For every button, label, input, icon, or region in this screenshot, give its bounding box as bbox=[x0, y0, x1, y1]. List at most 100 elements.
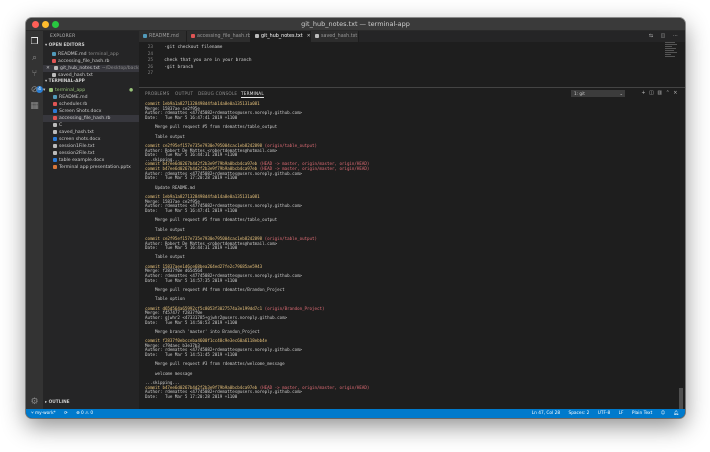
file-icon bbox=[53, 136, 57, 141]
project-header[interactable]: ▾ TERMINAL-APP bbox=[45, 79, 85, 84]
terminal-output[interactable]: commit 1eb9a1a8271328498d4fab14a8e0a1351… bbox=[145, 101, 673, 407]
file-icon bbox=[52, 51, 56, 56]
tree-file-item[interactable]: README.md bbox=[43, 94, 139, 101]
terminal-line: Table output bbox=[145, 226, 185, 232]
terminal-line: Merge pull request #3 from rdemattes/wel… bbox=[145, 361, 285, 367]
file-icon bbox=[54, 65, 58, 70]
terminal-line: Merge pull request #5 from rdemattes/tab… bbox=[145, 217, 278, 223]
editor-tab[interactable]: saved_hash.txt bbox=[311, 31, 359, 42]
file-name: accessing_file_hash.rb bbox=[58, 59, 110, 64]
line-number: 25 bbox=[147, 58, 153, 63]
indentation[interactable]: Spaces: 2 bbox=[568, 411, 589, 416]
file-icon bbox=[52, 58, 56, 63]
file-icon bbox=[53, 122, 57, 127]
gear-icon[interactable]: ⚙ bbox=[29, 397, 40, 408]
search-icon[interactable]: ⌕ bbox=[29, 53, 40, 64]
debug-icon[interactable]: ⊘ bbox=[29, 85, 40, 96]
terminal-select[interactable]: 1: git ⌄ bbox=[571, 90, 625, 97]
file-path-note: terminal_app bbox=[88, 52, 119, 57]
window-title: git_hub_notes.txt — terminal-app bbox=[301, 20, 410, 28]
tab-terminal[interactable]: TERMINAL bbox=[241, 91, 264, 98]
terminal-line: Table option bbox=[145, 296, 185, 302]
end-of-line[interactable]: LF bbox=[619, 411, 624, 416]
tab-debug-console[interactable]: DEBUG CONSOLE bbox=[198, 91, 237, 96]
file-icon bbox=[53, 150, 57, 155]
terminal-line: Merge branch 'master' into Brandon_Proje… bbox=[145, 328, 260, 334]
code-view[interactable]: 23 -git checkout filename 24 25 check that… bbox=[139, 42, 685, 86]
terminal-line: Date: Tue Mar 5 14:51:45 2019 +1100 bbox=[145, 352, 238, 358]
open-editor-item[interactable]: ✕ git_hub_notes.txt~/Desktop/backup... bbox=[43, 65, 139, 72]
problems-indicator[interactable]: ⊗ 0 ⚠ 0 bbox=[76, 411, 93, 416]
tree-file-item[interactable]: saved_hash.txt bbox=[43, 129, 139, 136]
line-number: 26 bbox=[147, 64, 153, 70]
branch-indicator[interactable]: ⑂ my-work* bbox=[31, 411, 56, 416]
terminal-line: Update README.md bbox=[145, 184, 195, 190]
editor-tab[interactable]: git_hub_notes.txt ✕ bbox=[251, 31, 311, 42]
file-name: saved_hash.txt bbox=[59, 130, 94, 135]
minimap[interactable] bbox=[665, 42, 679, 86]
file-name: Terminal app presentation.pptx bbox=[59, 165, 131, 170]
tree-file-item[interactable]: scheduler.rb bbox=[43, 101, 139, 108]
add-terminal-icon[interactable]: + bbox=[641, 90, 649, 96]
line-number: 27 bbox=[147, 71, 153, 76]
tree-file-item[interactable]: table example.docx bbox=[43, 157, 139, 164]
open-editor-item[interactable]: README.md terminal_app bbox=[43, 51, 139, 58]
file-icon bbox=[53, 101, 57, 106]
terminal-line: Date: Tue Mar 5 14:50:53 2019 +1100 bbox=[145, 319, 238, 325]
tree-file-item[interactable]: session2File.txt bbox=[43, 150, 139, 157]
terminal-line: Table output bbox=[145, 254, 185, 260]
editor-tabs: README.md accessing_file_hash.rb git_hub_n… bbox=[139, 31, 685, 42]
tree-file-item[interactable]: accessing_file_hash.rb bbox=[43, 115, 139, 122]
tab-problems[interactable]: PROBLEMS bbox=[145, 91, 169, 96]
close-panel-icon[interactable]: × bbox=[673, 90, 681, 96]
terminal-line: Date: Tue Mar 5 14:57:35 2019 +1100 bbox=[145, 277, 238, 283]
encoding[interactable]: UTF-8 bbox=[598, 411, 611, 416]
sync-icon[interactable]: ⟳ bbox=[64, 411, 68, 416]
modified-dot: ● bbox=[128, 88, 133, 93]
open-editors-header[interactable]: ▾ OPEN EDITORS bbox=[45, 43, 85, 48]
file-icon bbox=[53, 143, 57, 148]
tree-file-item[interactable]: Screen Shots.docx bbox=[43, 108, 139, 115]
file-name: README.md bbox=[59, 95, 88, 100]
feedback-icon[interactable]: ☺ bbox=[661, 411, 665, 416]
file-name: Screen Shots.docx bbox=[59, 109, 102, 114]
file-name: session2File.txt bbox=[59, 151, 95, 156]
outline-header[interactable]: ▸ OUTLINE bbox=[45, 400, 70, 405]
extensions-icon[interactable]: ▦ bbox=[29, 101, 40, 112]
tab-label: saved_hash.txt bbox=[321, 34, 358, 39]
close-icon[interactable]: ✕ bbox=[43, 65, 52, 72]
editor-tab[interactable]: README.md bbox=[139, 31, 187, 42]
language-mode[interactable]: Plain Text bbox=[632, 411, 652, 416]
activity-bar: ❐ ⌕ ⑂ 4 ⊘ ▦ ⚙ bbox=[26, 31, 43, 409]
code-line: -git branch bbox=[159, 64, 194, 70]
status-bar: ⑂ my-work* ⟳ ⊗ 0 ⚠ 0 Ln 47, Col 28 Space… bbox=[26, 409, 685, 418]
bell-icon[interactable]: 🔔︎ bbox=[674, 411, 679, 416]
tree-file-item[interactable]: session1File.txt bbox=[43, 143, 139, 150]
open-editor-item[interactable]: saved_hash.txt bbox=[43, 72, 139, 79]
ref-label: (origin/Brandon_Project) bbox=[264, 305, 325, 311]
tree-file-item[interactable]: C bbox=[43, 122, 139, 129]
tab-output[interactable]: OUTPUT bbox=[175, 91, 193, 96]
open-editor-item[interactable]: accessing_file_hash.rb bbox=[43, 58, 139, 65]
file-name: README.md bbox=[58, 52, 87, 57]
file-name: screen shots.docx bbox=[59, 137, 101, 142]
file-icon bbox=[255, 33, 259, 38]
files-icon[interactable]: ❐ bbox=[29, 37, 40, 48]
folder-item[interactable]: ▾ terminal_app ● bbox=[43, 87, 139, 94]
editor-actions[interactable]: ⇆ ◫ ⋯ bbox=[649, 33, 681, 39]
cursor-position[interactable]: Ln 47, Col 28 bbox=[532, 411, 560, 416]
source-control-icon[interactable]: ⑂ bbox=[29, 69, 40, 80]
file-name: session1File.txt bbox=[59, 144, 95, 149]
trash-icon[interactable]: ▥ bbox=[657, 90, 665, 96]
tree-file-item[interactable]: Terminal app presentation.pptx bbox=[43, 164, 139, 171]
tree-file-item[interactable]: screen shots.docx bbox=[43, 136, 139, 143]
file-icon bbox=[191, 33, 195, 38]
app-window: git_hub_notes.txt — terminal-app ❐ ⌕ ⑂ 4… bbox=[26, 18, 685, 418]
editor-tab[interactable]: accessing_file_hash.rb bbox=[187, 31, 251, 42]
explorer-title: EXPLORER bbox=[50, 34, 76, 39]
file-name: terminal_app bbox=[55, 88, 86, 93]
file-name: git_hub_notes.txt bbox=[60, 66, 100, 71]
file-icon bbox=[53, 94, 57, 99]
file-icon bbox=[53, 108, 57, 113]
terminal-panel: PROBLEMS OUTPUT DEBUG CONSOLE TERMINAL 1… bbox=[139, 87, 685, 414]
